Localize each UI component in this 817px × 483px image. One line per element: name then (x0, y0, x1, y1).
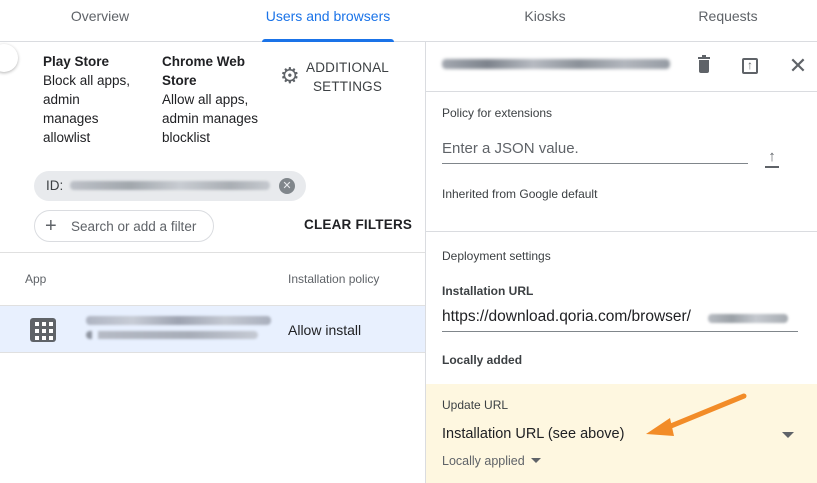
table-row[interactable]: Allow install (0, 305, 425, 353)
installation-url-value: https://download.qoria.com/browser/ (442, 308, 691, 325)
chrome-web-store-line: Allow all apps, (162, 92, 249, 107)
additional-settings-label-line: ADDITIONAL (306, 60, 390, 75)
tab-bar: Overview Users and browsers Kiosks Reque… (0, 0, 817, 42)
update-url-section: Update URL Installation URL (see above) … (426, 384, 817, 483)
additional-settings-label-line: SETTINGS (312, 79, 383, 94)
details-header: ↑ ✕ (426, 42, 817, 92)
redacted-app-title (442, 59, 670, 69)
play-store-line: Block all apps, (43, 73, 131, 88)
redacted-url-suffix (708, 314, 788, 323)
tab-overview[interactable]: Overview (40, 0, 160, 42)
additional-settings-button[interactable]: ⚙ ADDITIONAL SETTINGS (280, 58, 410, 98)
play-store-line: admin (43, 92, 80, 107)
update-url-label: Update URL (442, 398, 509, 412)
locally-applied-label: Locally applied (442, 454, 525, 468)
inherited-label: Inherited from Google default (442, 187, 598, 201)
app-grid-icon (30, 318, 56, 342)
redacted-app-name (86, 316, 271, 325)
update-url-value: Installation URL (see above) (442, 426, 625, 442)
search-filter-input[interactable]: + Search or add a filter (34, 210, 214, 242)
remove-filter-icon[interactable]: ✕ (279, 178, 295, 194)
json-value-input[interactable]: Enter a JSON value. (442, 140, 748, 164)
column-header-installation-policy: Installation policy (288, 272, 380, 286)
tab-users-and-browsers[interactable]: Users and browsers (262, 0, 394, 42)
chrome-web-store-line: blocklist (162, 130, 211, 145)
collapse-handle[interactable] (0, 44, 18, 72)
redacted-app-id (86, 331, 258, 339)
chevron-down-icon (530, 458, 541, 463)
delete-icon[interactable] (692, 54, 716, 78)
upload-icon[interactable]: ↑ (762, 149, 782, 172)
deployment-settings-label: Deployment settings (442, 249, 551, 263)
additional-settings-label: ADDITIONAL SETTINGS (306, 58, 389, 96)
installation-policy-value: Allow install (288, 322, 362, 338)
installation-url-field[interactable]: https://download.qoria.com/browser/ (442, 306, 798, 332)
column-header-app: App (25, 272, 47, 286)
id-filter-chip[interactable]: ID: ✕ (34, 171, 306, 201)
chrome-web-store-summary: Chrome Web Store Allow all apps, admin m… (162, 52, 258, 147)
play-store-line: manages (43, 111, 99, 126)
apps-list-pane: Play Store Block all apps, admin manages… (0, 42, 425, 483)
tab-requests[interactable]: Requests (676, 0, 780, 42)
chrome-web-store-heading: Chrome Web (162, 54, 246, 69)
redacted-id (70, 181, 270, 190)
play-store-line: allowlist (43, 130, 91, 145)
tab-kiosks[interactable]: Kiosks (495, 0, 595, 42)
play-store-heading: Play Store (43, 54, 110, 69)
search-placeholder: Search or add a filter (71, 219, 197, 234)
locally-added-label: Locally added (442, 353, 523, 367)
locally-applied-dropdown[interactable]: Locally applied (442, 454, 541, 468)
table-header: App Installation policy (0, 253, 425, 305)
app-details-panel: ↑ ✕ Policy for extensions Enter a JSON v… (425, 42, 817, 483)
chrome-web-store-heading: Store (162, 73, 197, 88)
plus-icon: + (45, 215, 57, 237)
gear-icon: ⚙ (280, 63, 300, 88)
chevron-down-icon (782, 432, 794, 438)
play-store-summary: Play Store Block all apps, admin manages… (43, 52, 130, 147)
open-in-new-icon[interactable]: ↑ (738, 54, 762, 78)
divider (426, 231, 817, 232)
update-url-dropdown[interactable]: Installation URL (see above) (442, 424, 804, 448)
id-filter-prefix: ID: (46, 178, 64, 193)
clear-filters-button[interactable]: CLEAR FILTERS (304, 217, 412, 232)
close-icon[interactable]: ✕ (786, 54, 810, 78)
policy-extensions-label: Policy for extensions (442, 106, 553, 120)
installation-url-label: Installation URL (442, 284, 534, 298)
chrome-web-store-line: admin manages (162, 111, 259, 126)
